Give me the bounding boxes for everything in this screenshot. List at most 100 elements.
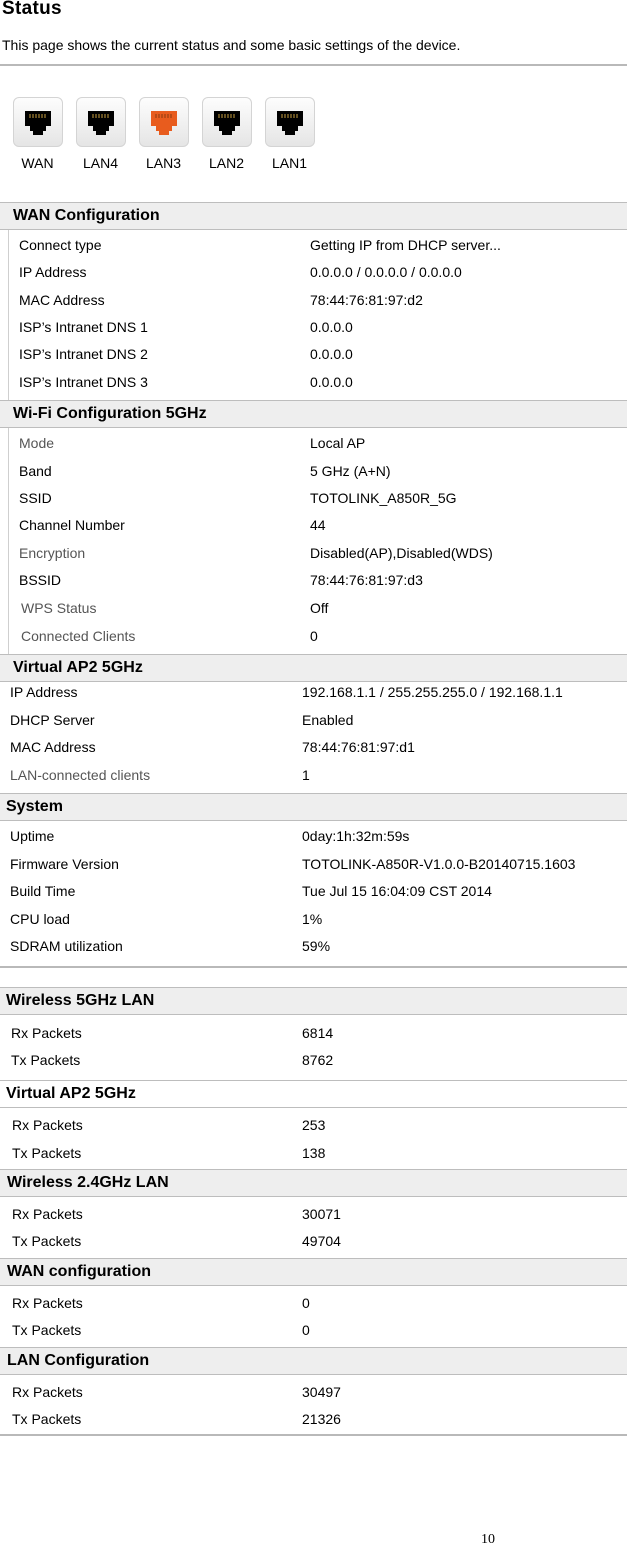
row-label: Band bbox=[19, 463, 52, 479]
section-title: Wireless 2.4GHz LAN bbox=[7, 1174, 169, 1191]
divider bbox=[0, 64, 627, 66]
port-lan4: LAN4 bbox=[69, 97, 132, 171]
row-label: Uptime bbox=[10, 828, 55, 844]
row-value: Tue Jul 15 16:04:09 CST 2014 bbox=[302, 883, 492, 899]
row-value: 44 bbox=[310, 517, 326, 533]
page-description: This page shows the current status and s… bbox=[2, 37, 461, 53]
table-row: SDRAM utilization 59% bbox=[0, 934, 627, 961]
section-header-wan-stats: WAN configuration bbox=[0, 1258, 627, 1286]
row-label: BSSID bbox=[19, 572, 62, 588]
divider bbox=[0, 1434, 627, 1436]
row-value: 0 bbox=[302, 1295, 310, 1311]
row-label: ISP’s Intranet DNS 3 bbox=[19, 374, 148, 390]
divider bbox=[0, 966, 627, 968]
row-value: 30071 bbox=[302, 1206, 341, 1222]
row-label: LAN-connected clients bbox=[10, 767, 151, 783]
row-value: 0 bbox=[302, 1322, 310, 1338]
table-row: Rx Packets 6814 bbox=[0, 1021, 627, 1048]
section-title: LAN Configuration bbox=[7, 1352, 150, 1369]
port-status-bar: WAN LAN4 LAN3 LAN2 LAN1 bbox=[6, 97, 321, 171]
section-header-wan-config: WAN Configuration bbox=[0, 202, 627, 230]
row-label: Mode bbox=[19, 435, 55, 451]
row-value: 49704 bbox=[302, 1233, 341, 1249]
table-row: Rx Packets 0 bbox=[0, 1291, 627, 1318]
table-row: Rx Packets 253 bbox=[0, 1113, 627, 1140]
row-value: TOTOLINK_A850R_5G bbox=[310, 490, 457, 506]
row-value: 0.0.0.0 bbox=[310, 374, 353, 390]
table-row: ISP’s Intranet DNS 2 0.0.0.0 bbox=[0, 342, 627, 369]
table-row: ISP’s Intranet DNS 3 0.0.0.0 bbox=[0, 370, 627, 397]
table-row: Firmware Version TOTOLINK-A850R-V1.0.0-B2… bbox=[0, 852, 627, 879]
port-lan1: LAN1 bbox=[258, 97, 321, 171]
row-label: ISP’s Intranet DNS 1 bbox=[19, 319, 148, 335]
table-row: Connect type Getting IP from DHCP server.… bbox=[0, 233, 627, 260]
ethernet-port-icon bbox=[12, 97, 63, 147]
row-value: 0.0.0.0 bbox=[310, 319, 353, 335]
row-label: Connected Clients bbox=[21, 628, 136, 644]
row-value: 0.0.0.0 / 0.0.0.0 / 0.0.0.0 bbox=[310, 264, 462, 280]
row-label: Tx Packets bbox=[12, 1233, 82, 1249]
table-row: Rx Packets 30497 bbox=[0, 1380, 627, 1407]
row-label: Rx Packets bbox=[12, 1117, 83, 1133]
row-value: Local AP bbox=[310, 435, 366, 451]
row-value: 78:44:76:81:97:d3 bbox=[310, 572, 423, 588]
row-label: CPU load bbox=[10, 911, 70, 927]
section-header-lan-stats: LAN Configuration bbox=[0, 1347, 627, 1375]
row-value: TOTOLINK-A850R-V1.0.0-B20140715.1603 bbox=[302, 856, 576, 872]
section-title: Virtual AP2 5GHz bbox=[13, 659, 143, 676]
table-row: ISP’s Intranet DNS 1 0.0.0.0 bbox=[0, 315, 627, 342]
table-row: Tx Packets 21326 bbox=[0, 1407, 627, 1434]
row-value: Enabled bbox=[302, 712, 354, 728]
row-label: Tx Packets bbox=[11, 1052, 81, 1068]
table-row: Mode Local AP bbox=[0, 431, 627, 458]
page-title: Status bbox=[2, 0, 62, 19]
row-label: IP Address bbox=[10, 684, 78, 700]
section-title: WAN Configuration bbox=[13, 207, 160, 224]
row-value: 0 bbox=[310, 628, 318, 644]
port-lan3: LAN3 bbox=[132, 97, 195, 171]
ethernet-port-active-icon bbox=[138, 97, 189, 147]
row-value: 1% bbox=[302, 911, 323, 927]
row-label: Firmware Version bbox=[10, 856, 119, 872]
row-value: 78:44:76:81:97:d2 bbox=[310, 292, 423, 308]
row-label: Rx Packets bbox=[11, 1025, 82, 1041]
port-label-lan3: LAN3 bbox=[145, 155, 182, 171]
section-header-vap2-5g-stats: Virtual AP2 5GHz bbox=[0, 1080, 627, 1108]
table-row: LAN-connected clients 1 bbox=[0, 763, 627, 790]
row-value: Disabled(AP),Disabled(WDS) bbox=[310, 545, 493, 561]
port-label-wan: WAN bbox=[21, 155, 54, 171]
row-value: 8762 bbox=[302, 1052, 334, 1068]
table-row: Encryption Disabled(AP),Disabled(WDS) bbox=[0, 541, 627, 568]
ethernet-port-icon bbox=[75, 97, 126, 147]
table-row: Tx Packets 0 bbox=[0, 1318, 627, 1345]
row-label: Channel Number bbox=[19, 517, 125, 533]
row-value: Off bbox=[310, 600, 329, 616]
table-row: DHCP Server Enabled bbox=[0, 708, 627, 735]
row-label: IP Address bbox=[19, 264, 87, 280]
port-label-lan2: LAN2 bbox=[208, 155, 245, 171]
row-label: Connect type bbox=[19, 237, 102, 253]
ethernet-port-icon bbox=[201, 97, 252, 147]
row-label: WPS Status bbox=[21, 600, 97, 616]
section-header-vap2-5g: Virtual AP2 5GHz bbox=[0, 654, 627, 682]
table-row: IP Address 0.0.0.0 / 0.0.0.0 / 0.0.0.0 bbox=[0, 260, 627, 287]
row-value: 253 bbox=[302, 1117, 326, 1133]
row-value: 138 bbox=[302, 1145, 326, 1161]
section-header-wireless-5g-lan: Wireless 5GHz LAN bbox=[0, 987, 627, 1015]
port-lan2: LAN2 bbox=[195, 97, 258, 171]
table-row: Tx Packets 8762 bbox=[0, 1048, 627, 1075]
page-number: 10 bbox=[481, 1532, 495, 1547]
row-label: Rx Packets bbox=[12, 1384, 83, 1400]
table-row: Connected Clients 0 bbox=[0, 624, 627, 651]
section-header-wireless-24g-lan: Wireless 2.4GHz LAN bbox=[0, 1169, 627, 1197]
row-label: Encryption bbox=[19, 545, 86, 561]
section-title: Virtual AP2 5GHz bbox=[6, 1085, 136, 1102]
row-value: 6814 bbox=[302, 1025, 334, 1041]
ethernet-port-icon bbox=[264, 97, 315, 147]
table-row: Rx Packets 30071 bbox=[0, 1202, 627, 1229]
section-title: Wireless 5GHz LAN bbox=[6, 992, 155, 1009]
row-label: SDRAM utilization bbox=[10, 938, 123, 954]
row-value: 59% bbox=[302, 938, 331, 954]
table-row: BSSID 78:44:76:81:97:d3 bbox=[0, 568, 627, 595]
row-value: 0.0.0.0 bbox=[310, 346, 353, 362]
